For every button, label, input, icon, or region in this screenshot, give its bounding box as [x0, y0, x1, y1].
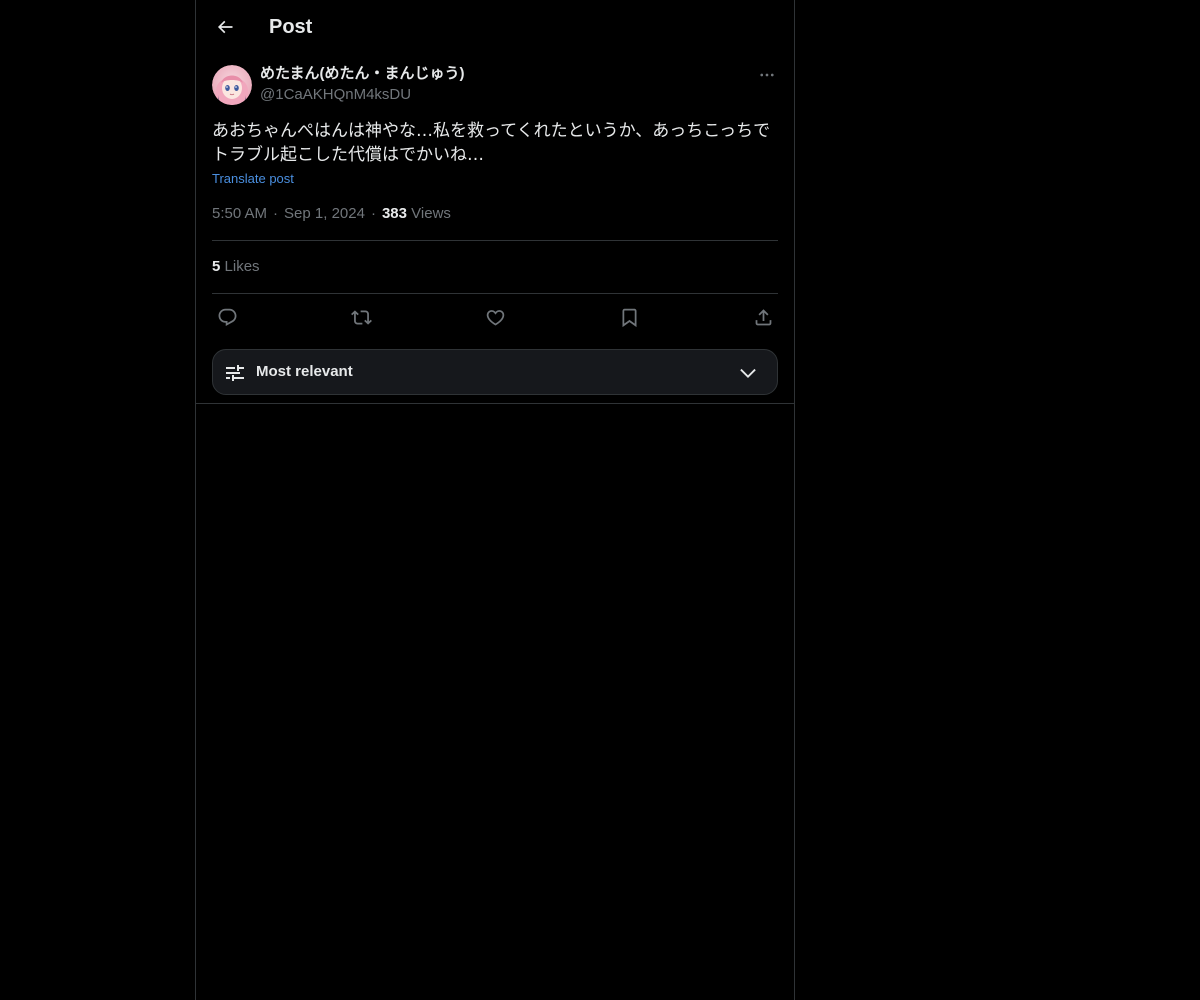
share-button[interactable]	[750, 304, 776, 330]
sliders-icon	[226, 365, 244, 381]
more-horizontal-icon	[760, 73, 774, 77]
action-bar	[212, 304, 778, 330]
bookmark-button[interactable]	[616, 304, 642, 330]
back-button[interactable]	[208, 10, 242, 44]
avatar-illustration	[212, 65, 252, 105]
chevron-down-icon	[740, 368, 756, 378]
main-column: Post めたまん(めたん・まんじゅう) @1CaAKHQnM4ksDU あおち…	[195, 0, 795, 1000]
reply-button[interactable]	[214, 304, 240, 330]
user-avatar[interactable]	[212, 65, 252, 105]
bookmark-icon	[622, 308, 636, 327]
post-text: あおちゃんぺはんは神やな…私を救ってくれたというか、あっちこっちで トラブル起こ…	[212, 121, 771, 165]
sort-label: Most relevant	[256, 363, 353, 380]
divider	[212, 240, 778, 241]
like-button[interactable]	[482, 304, 508, 330]
page-title: Post	[269, 16, 313, 38]
heart-icon	[486, 309, 504, 326]
post-meta: 5:50 AM · Sep 1, 2024 · 383 Views	[212, 204, 451, 224]
reply-icon	[218, 308, 236, 326]
page-header: Post	[196, 0, 794, 54]
section-divider	[196, 403, 794, 404]
likes-link[interactable]: 5 Likes	[212, 257, 260, 277]
reply-sort-dropdown[interactable]: Most relevant	[212, 349, 778, 395]
views-label: Views	[411, 205, 451, 222]
divider	[212, 293, 778, 294]
post-date[interactable]: Sep 1, 2024	[284, 205, 365, 222]
post-time[interactable]: 5:50 AM	[212, 205, 267, 222]
repost-icon	[350, 309, 372, 325]
views-count: 383	[381, 205, 407, 222]
meta-separator: ·	[370, 205, 376, 222]
user-handle[interactable]: @1CaAKHQnM4ksDU	[260, 85, 411, 105]
likes-count: 5	[212, 258, 221, 275]
display-name[interactable]: めたまん(めたん・まんじゅう)	[260, 64, 465, 84]
repost-button[interactable]	[348, 304, 374, 330]
meta-separator: ·	[273, 205, 279, 222]
translate-post-link[interactable]: Translate post	[212, 170, 294, 188]
more-options-button[interactable]	[756, 64, 778, 86]
arrow-left-icon	[217, 20, 233, 34]
likes-label: Likes	[224, 258, 260, 275]
share-icon	[755, 308, 771, 325]
